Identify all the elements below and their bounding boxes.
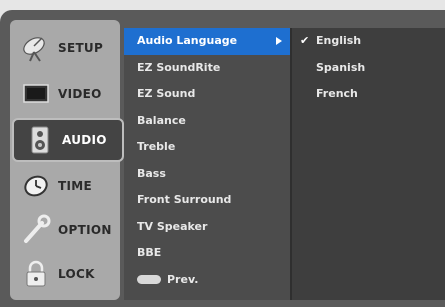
sidebar-item-time[interactable]: TIME xyxy=(10,164,120,208)
sidebar-item-setup[interactable]: SETUP xyxy=(10,26,120,70)
submenu-item-label: Balance xyxy=(137,113,186,127)
sidebar-item-label: SETUP xyxy=(58,41,104,55)
tv-screen-icon xyxy=(20,78,52,110)
sidebar-item-lock[interactable]: LOCK xyxy=(10,252,120,296)
prev-button[interactable]: Prev. xyxy=(124,267,290,294)
prev-label: Prev. xyxy=(167,272,199,286)
sidebar-item-label: OPTION xyxy=(58,223,112,237)
submenu-item-ez-sound[interactable]: EZ Sound xyxy=(124,81,290,108)
option-english[interactable]: ✔ English xyxy=(292,28,445,55)
submenu-item-label: TV Speaker xyxy=(137,219,208,233)
wrench-icon xyxy=(20,214,52,246)
sidebar-item-audio[interactable]: AUDIO xyxy=(12,118,124,162)
option-spanish[interactable]: Spanish xyxy=(292,55,445,82)
sidebar: SETUP VIDEO AUDIO TIME OPTION LOCK xyxy=(10,20,124,300)
padlock-icon xyxy=(20,258,52,290)
sidebar-item-option[interactable]: OPTION xyxy=(10,208,120,252)
submenu-item-treble[interactable]: Treble xyxy=(124,134,290,161)
submenu-item-ez-soundrite[interactable]: EZ SoundRite xyxy=(124,55,290,82)
submenu-item-label: Front Surround xyxy=(137,193,232,206)
satellite-dish-icon xyxy=(20,32,52,64)
sidebar-item-label: LOCK xyxy=(58,267,95,281)
submenu-item-tv-speaker[interactable]: TV Speaker xyxy=(124,214,290,241)
submenu-item-bbe[interactable]: BBE xyxy=(124,240,290,267)
submenu-item-label: BBE xyxy=(137,246,162,259)
speaker-icon xyxy=(24,124,56,156)
submenu-item-label: EZ SoundRite xyxy=(137,60,221,74)
clock-icon xyxy=(20,170,52,202)
option-french[interactable]: French xyxy=(292,81,445,108)
arrow-right-icon xyxy=(276,37,282,45)
checkmark-icon: ✔ xyxy=(300,34,310,47)
submenu-item-label: Bass xyxy=(137,166,166,180)
menu-key-icon xyxy=(137,275,161,285)
option-label: English xyxy=(316,34,362,47)
sidebar-item-label: VIDEO xyxy=(58,87,102,101)
option-label: French xyxy=(316,87,358,100)
option-label: Spanish xyxy=(316,60,366,74)
sidebar-item-video[interactable]: VIDEO xyxy=(10,72,120,116)
audio-submenu: Audio Language EZ SoundRite EZ Sound Bal… xyxy=(124,28,290,300)
language-options: ✔ English Spanish French xyxy=(292,28,445,300)
submenu-item-label: Treble xyxy=(137,140,176,153)
submenu-item-label: Audio Language xyxy=(137,34,238,47)
submenu-item-label: EZ Sound xyxy=(137,87,196,100)
submenu-item-balance[interactable]: Balance xyxy=(124,108,290,135)
submenu-item-audio-language[interactable]: Audio Language xyxy=(124,28,290,55)
sidebar-item-label: TIME xyxy=(58,179,92,193)
submenu-item-front-surround[interactable]: Front Surround xyxy=(124,187,290,214)
sidebar-item-label: AUDIO xyxy=(62,133,107,147)
submenu-item-bass[interactable]: Bass xyxy=(124,161,290,188)
